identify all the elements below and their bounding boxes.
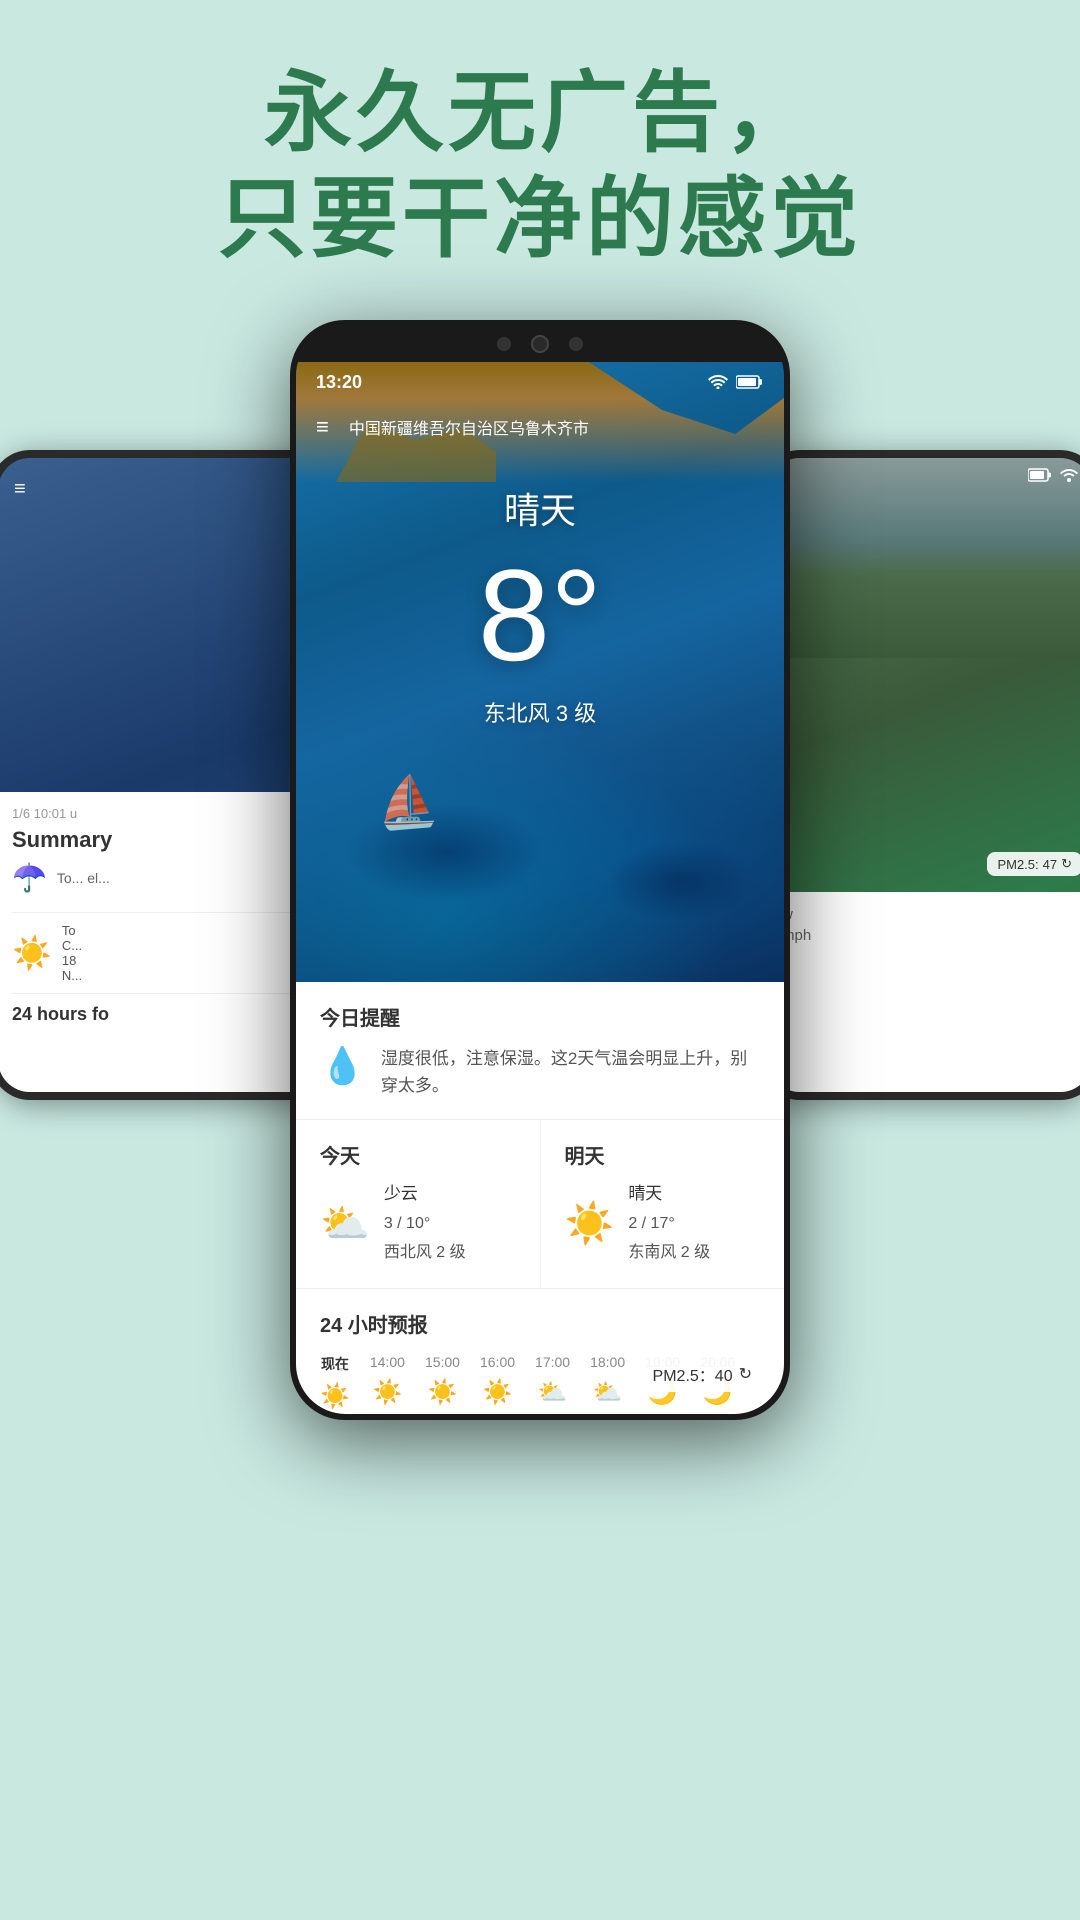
status-icons [708,375,764,389]
left-hours-label: 24 hours fo [12,1004,308,1025]
hour-icon: ☀️ [483,1378,513,1407]
right-wifi-icon [1060,468,1078,485]
top-bar: ≡ 中国新疆维吾尔自治区乌鲁木齐市 [296,402,784,452]
phone-right-card: PM2.5: 47 ↻ w mph [768,892,1080,1092]
weather-condition: 晴天 [504,482,576,534]
headline-area: 永久无广告， 只要干净的感觉 [0,60,1080,271]
tomorrow-condition: 晴天 [628,1179,710,1210]
today-details: 少云 3 / 10° 西北风 2 级 [384,1179,466,1267]
summary-title: Summary [12,827,308,853]
reminder-text: 湿度很低，注意保湿。这2天气温会明显上升，别穿太多。 [381,1045,760,1099]
camera-dot [497,337,511,351]
right-wind-label: w [782,906,1078,923]
phone-left-screen: ≡ 1/6 10:01 u Summary ☂️ To... el... ☀️ … [0,458,322,1092]
location-text: 中国新疆维吾尔自治区乌鲁木齐市 [349,415,589,439]
today-temp: 3 / 10° [384,1210,466,1239]
left-today-label: To [62,923,82,938]
tomorrow-forecast: 明天 ☀️ 晴天 2 / 17° 东南风 2 级 [541,1120,785,1287]
right-pm-badge: PM2.5: 47 ↻ [987,852,1080,876]
headline-line1: 永久无广告， [0,60,1080,166]
camera-lens [531,335,549,353]
phones-container: ≡ 1/6 10:01 u Summary ☂️ To... el... ☀️ … [0,320,1080,1920]
water-shadow-1 [346,802,546,902]
hour-item: 15:00 ☀️ [425,1354,460,1411]
today-condition: 少云 [384,1179,466,1210]
hour-time: 16:00 [480,1354,515,1370]
tomorrow-details: 晴天 2 / 17° 东南风 2 级 [628,1179,710,1267]
hour-item: 17:00 ⛅ [535,1354,570,1411]
hour-icon: ☀️ [320,1382,350,1411]
right-speed-label: mph [782,927,1078,944]
weather-card: 今日提醒 💧 湿度很低，注意保湿。这2天气温会明显上升，别穿太多。 今天 ⛅ [296,982,784,1414]
left-today-detail2: 18 [62,953,82,968]
phone-screen: ⛵ 13:20 [296,362,784,1414]
left-today-section: ☀️ To C... 18 N... [12,923,308,994]
hour-icon: ⛅ [538,1378,568,1407]
camera-dot-2 [569,337,583,351]
hours-title: 24 小时预报 [320,1309,760,1338]
wifi-icon [708,375,728,389]
publish-time: 5-22 13:20 发布 [316,1363,422,1384]
left-menu-icon: ≡ [14,478,306,501]
tomorrow-weather-row: ☀️ 晴天 2 / 17° 东南风 2 级 [565,1179,761,1267]
weather-main: 晴天 8° 东北风 3 级 [296,482,784,728]
hour-time: 17:00 [535,1354,570,1370]
tomorrow-temp: 2 / 17° [628,1210,710,1239]
hour-icon: ⛅ [593,1378,623,1407]
today-weather-row: ⛅ 少云 3 / 10° 西北风 2 级 [320,1179,516,1267]
today-label: 今天 [320,1140,516,1169]
left-today-detail3: N... [62,968,82,983]
pm-label: PM2.5：40 [653,1362,733,1386]
reminder-title: 今日提醒 [320,1002,760,1031]
status-bar: 13:20 [296,362,784,402]
tomorrow-label: 明天 [565,1140,761,1169]
left-date-label: 1/6 10:01 u [12,806,308,821]
summary-row: ☂️ To... el... [12,861,308,894]
hour-item: 16:00 ☀️ [480,1354,515,1411]
right-reload-icon: ↻ [1061,856,1072,872]
drop-icon: 💧 [320,1045,365,1087]
weather-wind: 东北风 3 级 [484,696,596,728]
tomorrow-icon: ☀️ [565,1200,615,1247]
hour-icon: ☀️ [428,1378,458,1407]
phone-left: ≡ 1/6 10:01 u Summary ☂️ To... el... ☀️ … [0,450,330,1100]
today-wind: 西北风 2 级 [384,1239,466,1268]
phone-main: ⛵ 13:20 [290,320,790,1420]
reminder-section: 今日提醒 💧 湿度很低，注意保湿。这2天气温会明显上升，别穿太多。 [296,982,784,1120]
headline-line2: 只要干净的感觉 [0,166,1080,272]
summary-text: To... el... [57,870,110,886]
hour-item: 18:00 ⛅ [590,1354,625,1411]
today-icon: ⛅ [320,1200,370,1247]
menu-icon[interactable]: ≡ [316,414,329,440]
weather-temperature: 8° [478,550,602,680]
summary-section: Summary ☂️ To... el... [12,827,308,913]
hour-time: 15:00 [425,1354,460,1370]
battery-icon [736,375,764,389]
pm-badge: PM2.5：40 ↻ [641,1356,764,1392]
left-today-detail1: C... [62,938,82,953]
water-shadow-2 [604,842,754,922]
phone-right: PM2.5: 47 ↻ w mph [760,450,1080,1100]
hour-time: 18:00 [590,1354,625,1370]
reload-icon[interactable]: ↻ [739,1364,752,1384]
forecast-section: 今天 ⛅ 少云 3 / 10° 西北风 2 级 明天 [296,1120,784,1288]
phone-main-inner: ⛵ 13:20 [296,326,784,1414]
left-today-info: To C... 18 N... [62,923,82,983]
camera-bar [296,326,784,362]
phone-left-content: ≡ [0,458,322,529]
status-time: 13:20 [316,372,362,393]
reminder-content: 💧 湿度很低，注意保湿。这2天气温会明显上升，别穿太多。 [320,1045,760,1099]
phone-left-card: 1/6 10:01 u Summary ☂️ To... el... ☀️ To… [0,792,322,1092]
hours-section: 24 小时预报 现在☀️14:00☀️15:00☀️16:00☀️17:00⛅1… [296,1289,784,1414]
sun-icon-left: ☀️ [12,934,52,972]
boat-icon: ⛵ [374,770,441,834]
umbrella-icon: ☂️ [12,861,47,894]
tomorrow-wind: 东南风 2 级 [628,1239,710,1268]
phone-right-screen: PM2.5: 47 ↻ w mph [768,458,1080,1092]
right-battery-icon [1028,468,1052,485]
today-forecast: 今天 ⛅ 少云 3 / 10° 西北风 2 级 [296,1120,541,1287]
